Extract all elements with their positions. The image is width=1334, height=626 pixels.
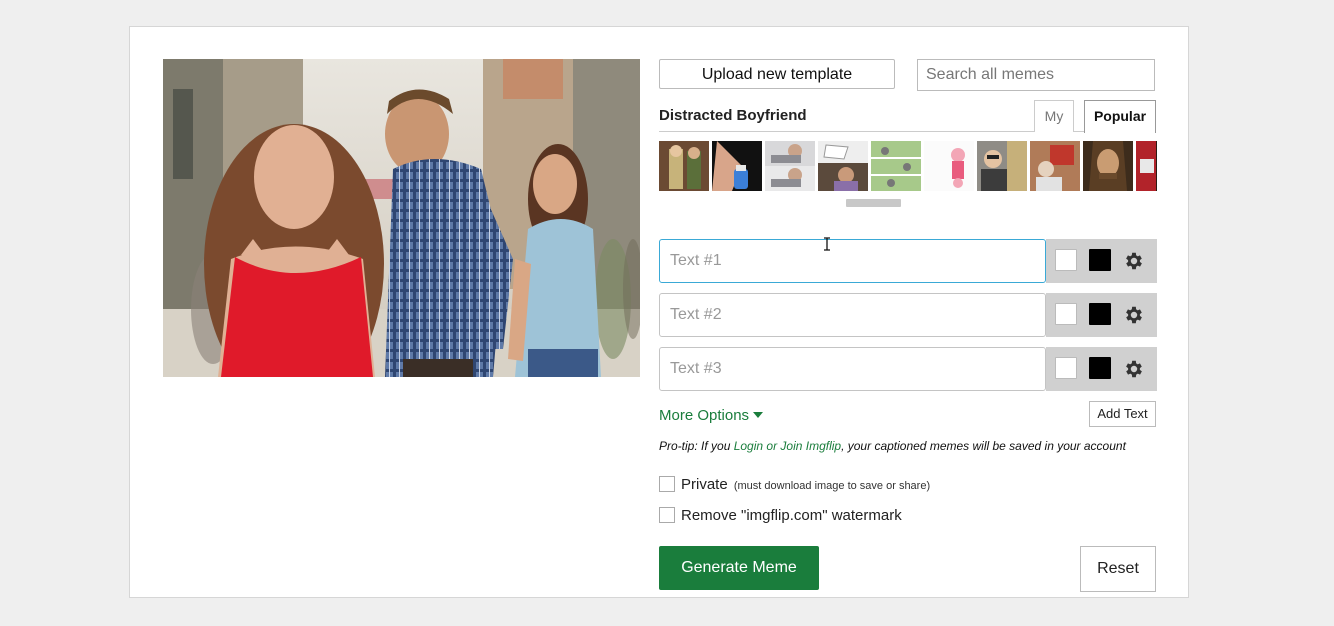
meme-preview-image[interactable] xyxy=(163,59,640,377)
watermark-option: Remove "imgflip.com" watermark xyxy=(659,507,902,524)
template-thumbnail[interactable] xyxy=(765,141,815,191)
text-box-row-3 xyxy=(659,347,1157,391)
tab-my[interactable]: My xyxy=(1034,100,1074,132)
template-thumbnail[interactable] xyxy=(924,141,974,191)
text-color-swatch[interactable] xyxy=(1055,357,1077,379)
outline-color-swatch[interactable] xyxy=(1089,249,1111,271)
pro-tip-prefix: Pro-tip: If you xyxy=(659,439,734,453)
text-box-row-2 xyxy=(659,293,1157,337)
template-thumbnail[interactable] xyxy=(1136,141,1157,191)
private-checkbox[interactable] xyxy=(659,476,675,492)
outline-color-swatch[interactable] xyxy=(1089,357,1111,379)
add-text-button[interactable]: Add Text xyxy=(1089,401,1156,427)
template-thumbnail[interactable] xyxy=(818,141,868,191)
text-color-swatch[interactable] xyxy=(1055,303,1077,325)
tabs-divider xyxy=(659,131,1156,132)
text-cursor-icon xyxy=(824,237,830,251)
text-box-row-1 xyxy=(659,239,1157,283)
text-box-3-input[interactable] xyxy=(659,347,1046,391)
pro-tip-suffix: , your captioned memes will be saved in … xyxy=(841,439,1126,453)
template-thumbnail[interactable] xyxy=(1030,141,1080,191)
template-thumbnail[interactable] xyxy=(659,141,709,191)
reset-button[interactable]: Reset xyxy=(1080,546,1156,592)
distracted-boyfriend-image xyxy=(163,59,640,377)
remove-watermark-label: Remove "imgflip.com" watermark xyxy=(681,507,902,524)
gear-icon[interactable] xyxy=(1123,358,1145,380)
meme-generator-panel: Upload new template Distracted Boyfriend… xyxy=(129,26,1189,598)
template-thumbnail-strip[interactable] xyxy=(659,141,1157,192)
caret-down-icon xyxy=(753,412,764,418)
text-box-1-input[interactable] xyxy=(659,239,1046,283)
template-thumbnail[interactable] xyxy=(871,141,921,191)
gear-icon[interactable] xyxy=(1123,250,1145,272)
text-box-3-controls xyxy=(1046,347,1157,391)
text-box-1-controls xyxy=(1046,239,1157,283)
private-note: (must download image to save or share) xyxy=(733,480,931,492)
search-memes-input[interactable] xyxy=(917,59,1155,91)
remove-watermark-checkbox[interactable] xyxy=(659,507,675,523)
tab-popular[interactable]: Popular xyxy=(1084,100,1156,133)
upload-template-button[interactable]: Upload new template xyxy=(659,59,895,89)
text-box-2-input[interactable] xyxy=(659,293,1046,337)
template-thumbnail[interactable] xyxy=(977,141,1027,191)
gear-icon[interactable] xyxy=(1123,304,1145,326)
private-label: Private xyxy=(681,476,728,493)
template-thumbnail[interactable] xyxy=(712,141,762,191)
private-option: Private (must download image to save or … xyxy=(659,476,930,493)
more-options-toggle[interactable]: More Options xyxy=(659,407,764,424)
text-color-swatch[interactable] xyxy=(1055,249,1077,271)
more-options-label: More Options xyxy=(659,407,750,424)
thumbnail-scroll-handle[interactable] xyxy=(846,199,901,207)
login-join-link[interactable]: Login or Join Imgflip xyxy=(734,439,841,453)
text-box-2-controls xyxy=(1046,293,1157,337)
template-title: Distracted Boyfriend xyxy=(659,107,807,124)
pro-tip: Pro-tip: If you Login or Join Imgflip, y… xyxy=(659,439,1157,453)
outline-color-swatch[interactable] xyxy=(1089,303,1111,325)
template-thumbnail[interactable] xyxy=(1083,141,1133,191)
generate-meme-button[interactable]: Generate Meme xyxy=(659,546,819,590)
